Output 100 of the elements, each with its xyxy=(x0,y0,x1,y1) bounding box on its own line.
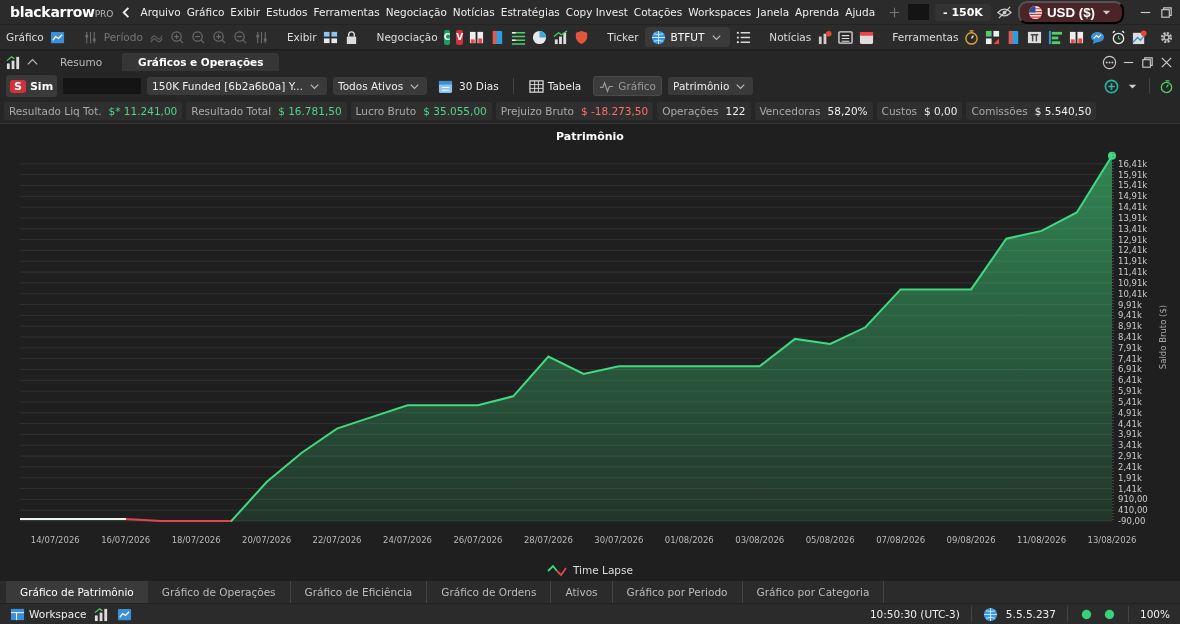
y-tick-label: 4,91k xyxy=(1118,407,1142,418)
stat-value: $ -18.273,50 xyxy=(580,105,649,117)
menu-item[interactable]: Negociação xyxy=(385,6,447,18)
x-tick-label: 24/07/2026 xyxy=(383,535,432,545)
panel-tab[interactable]: Gráficos e Operações xyxy=(122,53,280,71)
clock-text: 10:50:30 (UTC-3) xyxy=(869,608,960,620)
panel-tab[interactable]: Resumo xyxy=(44,53,119,71)
y-tick-label: -90,00 xyxy=(1118,516,1146,526)
sell-button[interactable]: V xyxy=(456,29,464,45)
y-tick-label: 8,41k xyxy=(1118,332,1142,342)
stat-value: $ 0,00 xyxy=(924,105,958,117)
y-tick-label: 13,41k xyxy=(1118,223,1148,234)
y-tick-label: 3,91k xyxy=(1118,429,1142,440)
menu-item[interactable]: Aprenda xyxy=(795,6,840,18)
y-tick-label: 910,00 xyxy=(1118,494,1148,505)
account-balance[interactable]: - 150K xyxy=(935,3,991,21)
menu-item[interactable]: Cotações xyxy=(633,6,683,18)
menu-item[interactable]: Notícias xyxy=(452,6,495,18)
x-tick-label: 20/07/2026 xyxy=(242,535,292,545)
metric-dropdown[interactable]: Patrimônio xyxy=(668,77,754,95)
menu-item[interactable]: Exibir xyxy=(230,6,261,18)
stat-label: Prejuizo Bruto xyxy=(500,105,574,117)
zoom-level: 100% xyxy=(1139,608,1170,620)
y-tick-label: 15,91k xyxy=(1118,169,1148,180)
y-tick-label: 2,91k xyxy=(1118,451,1142,462)
y-tick-label: 14,41k xyxy=(1118,202,1148,213)
y-tick-label: 1,91k xyxy=(1118,472,1142,483)
y-axis-title: Saldo Bruto ($) xyxy=(1158,304,1168,370)
y-tick-label: 5,41k xyxy=(1118,396,1142,407)
y-tick-label: 11,41k xyxy=(1118,267,1148,278)
x-tick-label: 01/08/2026 xyxy=(664,535,714,545)
y-tick-label: 1,41k xyxy=(1118,483,1142,494)
menu-item[interactable]: Janela xyxy=(757,6,790,18)
period-button[interactable]: 30 Dias xyxy=(433,76,504,96)
y-tick-label: 10,91k xyxy=(1118,277,1148,288)
y-tick-label: 14,91k xyxy=(1118,191,1148,202)
stat-value: $ 5.540,50 xyxy=(1034,105,1092,117)
y-tick-label: 10,41k xyxy=(1118,288,1148,299)
menu-item[interactable]: Ferramentas xyxy=(313,6,380,18)
assets-dropdown[interactable]: Todos Ativos xyxy=(333,77,428,95)
table-view-button[interactable]: Tabela xyxy=(522,76,588,96)
account-dropdown[interactable]: 150K Funded [6b2a6b0a] Y... xyxy=(147,77,327,95)
workspace-button[interactable]: Workspace xyxy=(10,606,87,622)
chart-tab[interactable]: Gráfico de Patrimônio xyxy=(6,581,148,603)
x-tick-label: 09/08/2026 xyxy=(946,535,996,545)
stat-label: Lucro Bruto xyxy=(355,105,417,117)
menu-item[interactable]: Estratégias xyxy=(500,6,560,18)
chart-title: Patrimônio xyxy=(556,130,624,143)
toolbar-label: Exibir xyxy=(286,31,317,43)
stat-value: $* 11.241,00 xyxy=(108,105,178,117)
x-tick-label: 11/08/2026 xyxy=(1017,535,1067,545)
toolbar-label: Período xyxy=(103,31,143,43)
toolbar-label: Notícias xyxy=(769,31,812,43)
y-tick-label: 12,91k xyxy=(1118,234,1148,245)
ticker-selector[interactable]: BTFUT xyxy=(644,27,731,47)
stat-value: 122 xyxy=(725,105,746,117)
menu-item[interactable]: Gráfico xyxy=(186,6,225,18)
y-tick-label: 5,91k xyxy=(1118,386,1142,397)
y-tick-label: 9,41k xyxy=(1118,310,1142,321)
y-tick-label: 2,41k xyxy=(1118,461,1142,472)
stat-label: Operações xyxy=(662,105,719,117)
stat-value: $ 16.781,50 xyxy=(278,105,342,117)
menu-item[interactable]: Copy Invest xyxy=(565,6,628,18)
chart-view-button[interactable]: Gráfico xyxy=(593,76,662,96)
currency-selector[interactable]: USD ($) xyxy=(1017,0,1124,24)
x-tick-label: 07/08/2026 xyxy=(876,535,926,545)
x-tick-label: 18/07/2026 xyxy=(171,535,221,545)
y-tick-label: 15,41k xyxy=(1118,180,1148,191)
x-tick-label: 28/07/2026 xyxy=(523,535,573,545)
y-tick-label: 11,91k xyxy=(1118,256,1148,267)
x-tick-label: 05/08/2026 xyxy=(805,535,855,545)
y-tick-label: 7,41k xyxy=(1118,353,1142,364)
y-tick-label: 13,91k xyxy=(1118,212,1148,223)
y-tick-label: 9,91k xyxy=(1118,299,1142,310)
stat-value: 58,20% xyxy=(827,105,868,117)
y-tick-label: 12,41k xyxy=(1118,245,1148,256)
x-tick-label: 03/08/2026 xyxy=(735,535,785,545)
toolbar-label: Gráfico xyxy=(6,31,44,43)
stat-label: Vencedoras xyxy=(759,105,821,117)
x-tick-label: 26/07/2026 xyxy=(453,535,503,545)
x-tick-label: 22/07/2026 xyxy=(312,535,362,545)
y-tick-label: 3,41k xyxy=(1118,440,1142,451)
app-logo: blackarrowPRO xyxy=(10,4,114,20)
menu-item[interactable]: Estudos xyxy=(266,6,308,18)
menu-item[interactable]: Arquivo xyxy=(140,6,181,18)
toolbar-label: Ticker xyxy=(607,31,639,43)
y-tick-label: 16,41k xyxy=(1118,158,1148,169)
stat-label: Comissões xyxy=(971,105,1028,117)
stat-label: Resultado Total xyxy=(191,105,272,117)
y-tick-label: 7,91k xyxy=(1118,342,1142,353)
legend-label: Time Lapse xyxy=(573,564,633,576)
y-tick-label: 410,00 xyxy=(1118,505,1148,516)
mode-selector[interactable]: S Sim xyxy=(6,75,58,97)
x-tick-label: 14/07/2026 xyxy=(30,535,80,545)
menu-item[interactable]: Workspaces xyxy=(688,6,752,18)
stat-label: Custos xyxy=(881,105,918,117)
menu-item[interactable]: Ajuda xyxy=(845,6,876,18)
x-tick-label: 13/08/2026 xyxy=(1087,535,1137,545)
version-text: 5.5.5.237 xyxy=(1005,608,1056,620)
toolbar-label: Negociação xyxy=(376,31,438,43)
